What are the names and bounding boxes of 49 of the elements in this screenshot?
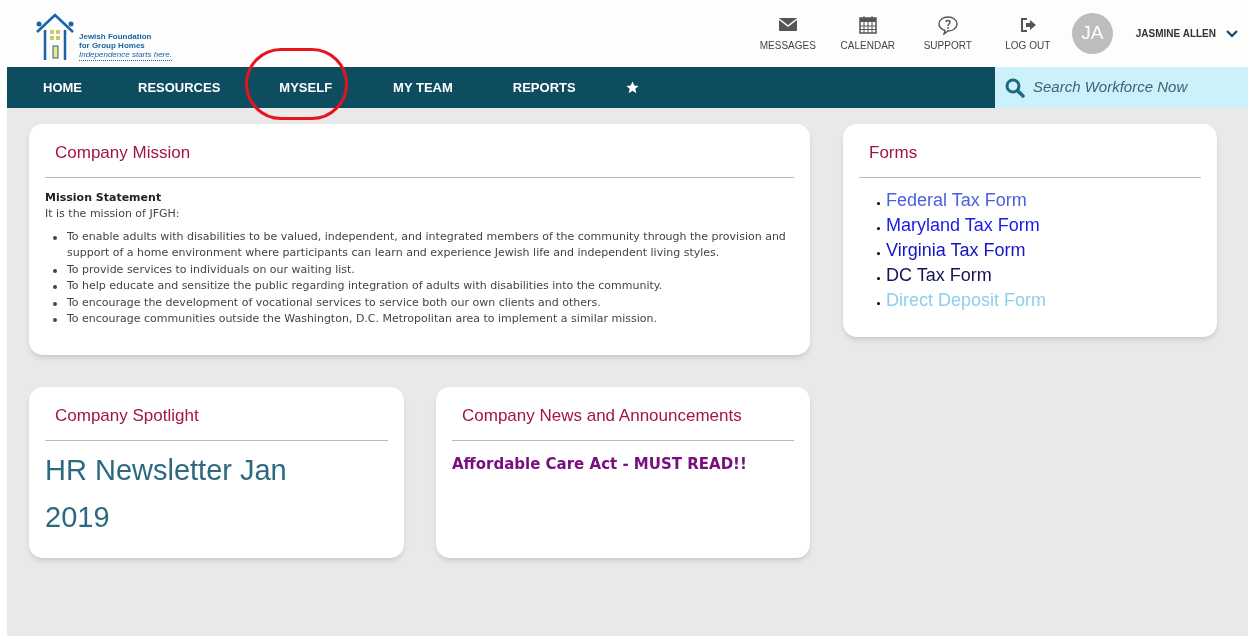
logo-text: for Group Homes — [79, 40, 146, 50]
bullet-icon — [53, 235, 57, 240]
form-link[interactable]: Maryland Tax Form — [886, 211, 1040, 239]
calendar-button[interactable]: CALENDAR — [827, 14, 908, 53]
form-link[interactable]: Virginia Tax Form — [886, 236, 1026, 264]
card-title: Company Spotlight — [45, 403, 388, 441]
card-title: Company News and Announcements — [452, 403, 794, 441]
bullet-icon — [877, 201, 880, 205]
mission-item: To encourage communities outside the Washington, D.C. Metropolitan area to implement a similar mission. — [67, 311, 657, 327]
mission-item: To provide services to individuals on our waiting list. — [67, 261, 355, 278]
search-bar[interactable]: Search Workforce Now — [995, 67, 1248, 108]
logo-tagline: Independence starts here. — [79, 49, 172, 61]
nav-tab[interactable]: MY TEAM — [363, 67, 483, 108]
bullet-icon — [877, 276, 880, 280]
form-link[interactable]: DC Tax Form — [886, 261, 992, 289]
nav-tab[interactable]: HOME — [7, 67, 110, 108]
bullet-icon — [877, 226, 880, 230]
search-field[interactable]: Search Workforce Now — [1033, 76, 1233, 99]
logo[interactable]: Jewish Foundation for Group Homes Independence starts here. — [35, 3, 185, 64]
messages-button[interactable]: MESSAGES — [747, 14, 828, 53]
speech-bubble-icon — [937, 14, 958, 35]
mission-intro: It is the mission of JFGH: — [45, 206, 181, 222]
newsletter-link[interactable]: HR Newsletter Jan 2019 — [45, 446, 325, 541]
nav-tab[interactable]: MYSELF — [248, 67, 364, 108]
card-title: Forms — [859, 140, 1201, 178]
bullet-icon — [53, 318, 57, 322]
nav-tab[interactable]: REPORTS — [482, 67, 606, 108]
mission-item: To help educate and sensitize the public regarding integration of adults with disabilities into the community. — [67, 278, 663, 294]
bullet-icon — [877, 251, 880, 255]
star-icon — [625, 81, 639, 94]
form-link[interactable]: Federal Tax Form — [886, 186, 1027, 214]
logout-button[interactable]: LOG OUT — [987, 14, 1068, 53]
logo-text: Jewish Foundation — [79, 31, 153, 41]
mission-item: To encourage the development of vocational services to service both our own clients and others. — [67, 294, 601, 311]
bullet-icon — [53, 301, 57, 306]
user-menu-button[interactable]: JASMINE ALLEN — [1135, 26, 1238, 41]
mission-heading: Mission Statement — [45, 189, 163, 206]
search-icon — [1005, 77, 1025, 98]
bullet-icon — [53, 268, 57, 273]
calendar-icon — [857, 14, 878, 35]
chevron-down-icon — [1226, 29, 1238, 38]
card-title: Company Mission — [45, 140, 794, 178]
bullet-icon — [877, 301, 880, 305]
support-button[interactable]: SUPPORT — [907, 14, 988, 53]
nav-tab[interactable]: RESOURCES — [110, 67, 249, 108]
news-link[interactable]: Affordable Care Act - MUST READ!! — [452, 452, 794, 475]
mission-item: To enable adults with disabilities to be valued, independent, and integrated members of the community through the provision and support of a home environment where participants can learn and experience Jewish life and independent living styles. — [67, 228, 787, 261]
user-avatar: JA — [1071, 13, 1113, 54]
bullet-icon — [53, 285, 57, 289]
